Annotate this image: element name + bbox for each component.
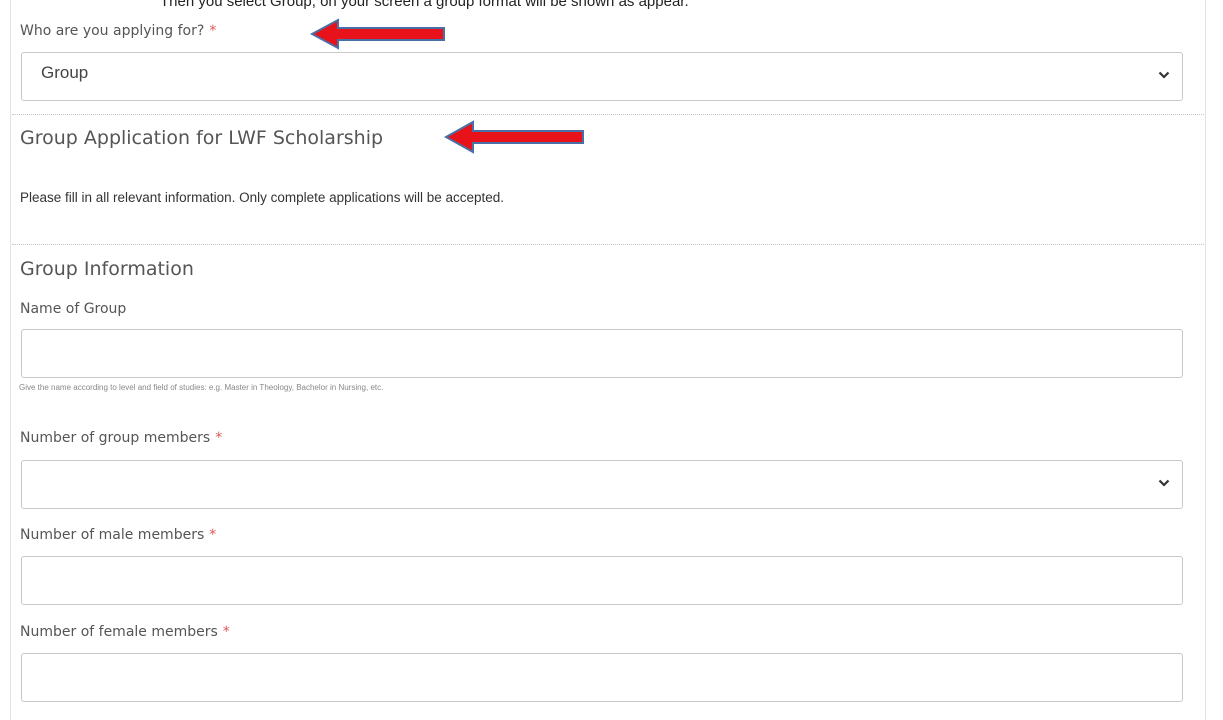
required-marker: * xyxy=(209,527,217,543)
annotation-arrow-icon-2 xyxy=(444,120,584,154)
required-marker: * xyxy=(215,430,223,446)
applying-select[interactable]: Group xyxy=(21,52,1183,101)
group-members-label: Number of group members * xyxy=(20,430,222,446)
applying-select-value: Group xyxy=(41,63,89,82)
chevron-down-icon xyxy=(1158,71,1170,79)
group-members-select[interactable] xyxy=(21,460,1183,509)
female-members-label: Number of female members * xyxy=(20,624,230,640)
section-instructions: Please fill in all relevant information.… xyxy=(20,190,504,205)
group-name-input[interactable] xyxy=(21,329,1183,378)
male-members-label-text: Number of male members xyxy=(20,527,205,543)
chevron-down-icon xyxy=(1158,479,1170,487)
group-name-label: Name of Group xyxy=(20,301,127,317)
female-members-input[interactable] xyxy=(21,653,1183,702)
required-marker: * xyxy=(209,23,217,39)
section-title: Group Application for LWF Scholarship xyxy=(20,127,384,149)
annotation-arrow-icon xyxy=(310,18,445,50)
top-cut-text: Then you select Group, on your screen a … xyxy=(160,0,689,10)
section-divider-2 xyxy=(12,244,1204,245)
group-members-label-text: Number of group members xyxy=(20,430,211,446)
section-divider xyxy=(12,114,1204,115)
male-members-label: Number of male members * xyxy=(20,527,216,543)
group-name-hint: Give the name according to level and fie… xyxy=(19,383,384,392)
female-members-label-text: Number of female members xyxy=(20,624,218,640)
male-members-input[interactable] xyxy=(21,556,1183,605)
applying-label: Who are you applying for? * xyxy=(20,23,216,39)
group-info-title: Group Information xyxy=(20,258,194,280)
applying-label-text: Who are you applying for? xyxy=(20,23,205,39)
required-marker: * xyxy=(222,624,230,640)
